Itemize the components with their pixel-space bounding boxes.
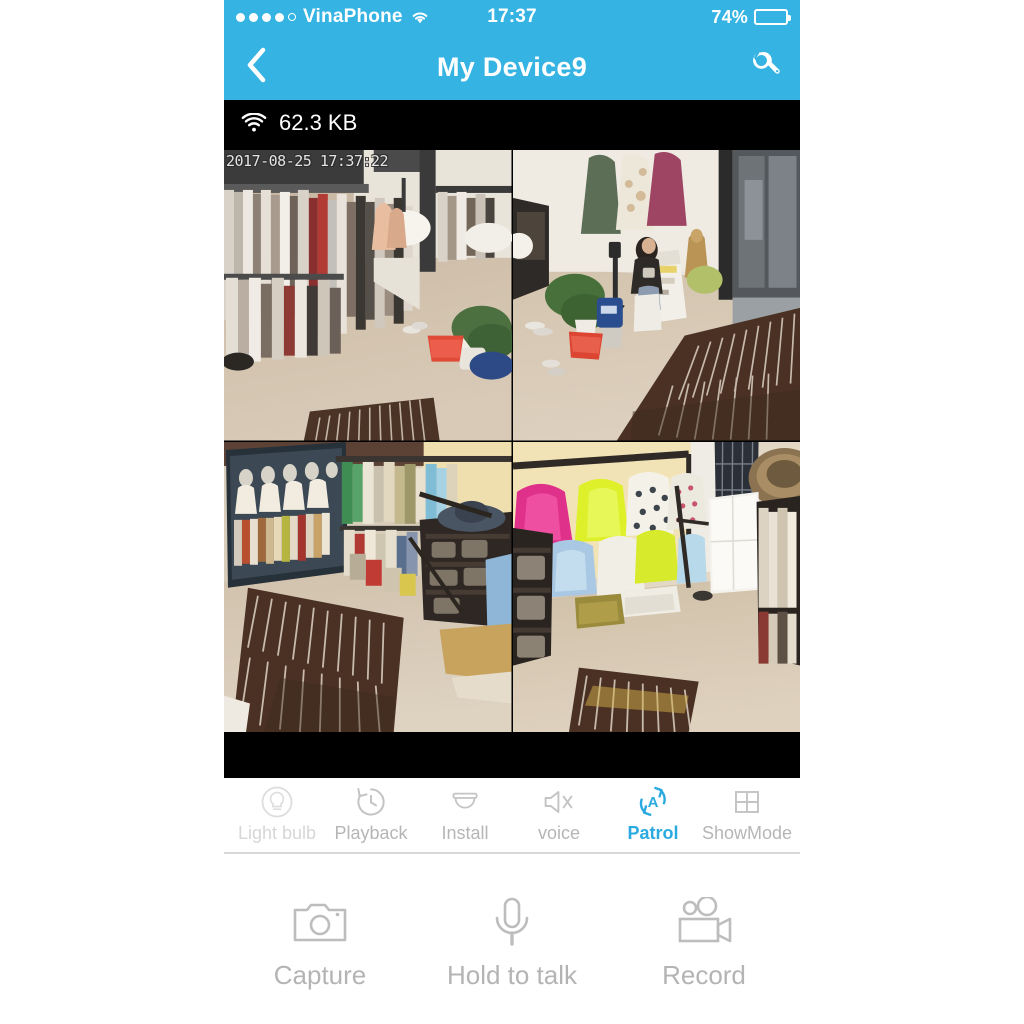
hold-to-talk-button[interactable]: Hold to talk	[416, 896, 608, 991]
microphone-icon	[490, 896, 534, 948]
feature-toolbar: Light bulb Playback Install voice A Patr…	[224, 778, 800, 854]
action-label: Hold to talk	[446, 960, 578, 990]
wrench-icon	[748, 48, 782, 87]
tool-label: Playback	[334, 823, 408, 843]
camera-grid: 2017-08-25 17:37:22	[224, 150, 800, 732]
status-bar: VinaPhone 17:37 74%	[224, 0, 800, 34]
camera-cell-2[interactable]	[512, 150, 800, 441]
back-button[interactable]	[224, 34, 288, 100]
tool-label: voice	[537, 823, 581, 843]
record-button[interactable]: Record	[608, 896, 800, 991]
page-title: My Device9	[436, 51, 588, 82]
status-bar-clock: 17:37	[487, 6, 537, 27]
tool-playback[interactable]: Playback	[324, 784, 418, 844]
camera-feed-1	[224, 150, 512, 441]
camera-cell-3[interactable]	[224, 441, 512, 732]
wifi-icon	[241, 113, 267, 133]
camera-feed-3	[224, 441, 512, 732]
camera-feed-2	[512, 150, 800, 441]
dome-camera-icon	[448, 784, 482, 820]
tool-label: ShowMode	[701, 823, 793, 843]
battery-icon	[754, 9, 791, 25]
bandwidth-bar: 62.3 KB	[224, 100, 800, 146]
tool-label: Patrol	[627, 823, 679, 843]
svg-text:A: A	[648, 794, 659, 811]
tool-light-bulb[interactable]: Light bulb	[230, 784, 324, 844]
bandwidth-rate: 62.3 KB	[279, 110, 358, 135]
action-label: Capture	[273, 960, 367, 990]
video-timestamp: 2017-08-25 17:37:22	[226, 152, 389, 170]
tool-patrol[interactable]: A Patrol	[606, 784, 700, 844]
grid-four-icon	[730, 784, 764, 820]
camera-feed-4	[512, 441, 800, 732]
camera-cell-1[interactable]: 2017-08-25 17:37:22	[224, 150, 512, 441]
light-bulb-icon	[260, 784, 294, 820]
tool-install[interactable]: Install	[418, 784, 512, 844]
navigation-bar: My Device9	[224, 34, 800, 100]
playback-clock-icon	[354, 784, 388, 820]
speaker-muted-icon	[542, 784, 576, 820]
tool-voice[interactable]: voice	[512, 784, 606, 844]
video-camera-icon	[674, 896, 734, 948]
settings-button[interactable]	[730, 34, 800, 100]
tool-label: Light bulb	[237, 823, 317, 843]
camera-icon	[292, 896, 348, 948]
action-label: Record	[662, 960, 746, 990]
capture-button[interactable]: Capture	[224, 896, 416, 991]
camera-cell-4[interactable]	[512, 441, 800, 732]
video-player-area[interactable]: 2017-08-25 17:37:22	[224, 146, 800, 778]
tool-showmode[interactable]: ShowMode	[700, 784, 794, 844]
chevron-left-icon	[245, 47, 267, 88]
tool-label: Install	[441, 823, 489, 843]
auto-patrol-icon: A	[635, 784, 671, 820]
phone-screen: VinaPhone 17:37 74% My Device9 62.3 KB 2…	[224, 0, 800, 1024]
action-row: Capture Hold to talk Record	[224, 854, 800, 991]
